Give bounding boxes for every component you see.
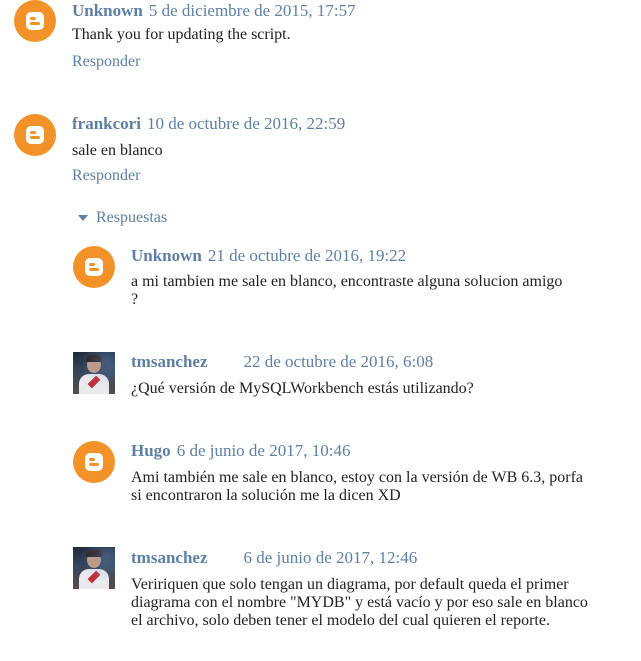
comment-body: ¿Qué versión de MySQLWorkbench estás uti…: [131, 380, 474, 398]
comment-meta: frankcori 10 de octubre de 2016, 22:59: [72, 114, 345, 134]
blogger-avatar-icon[interactable]: [73, 246, 115, 288]
comment-date[interactable]: 21 de octubre de 2016, 19:22: [208, 246, 406, 265]
blogger-avatar-icon[interactable]: [14, 114, 56, 156]
replies-toggle[interactable]: Respuestas: [78, 208, 167, 228]
photo-light: [73, 352, 115, 394]
comment-body-line: el archivo, solo deben tener el modelo d…: [131, 612, 550, 629]
comment-body-line: ¿Qué versión de MySQLWorkbench estás uti…: [131, 380, 474, 397]
reply-link[interactable]: Responder: [72, 166, 140, 186]
comment: Unknown 5 de diciembre de 2015, 17:57 Tha…: [14, 0, 634, 80]
comment: frankcori 10 de octubre de 2016, 22:59 sa…: [14, 114, 634, 194]
comment-body-line: si encontraron la solución me la dicen X…: [131, 487, 401, 504]
comment-author[interactable]: Hugo: [131, 441, 171, 460]
comment-author[interactable]: Unknown: [131, 246, 202, 265]
comment-body: Ami también me sale en blanco, estoy con…: [131, 469, 583, 505]
comment-date[interactable]: 6 de junio de 2017, 10:46: [177, 441, 351, 460]
triangle-down-icon: [78, 215, 88, 222]
reply-comment: tmsanchez 22 de octubre de 2016, 6:08 ¿Qu…: [73, 352, 633, 412]
comment-body-line: diagrama con el nombre "MYDB" y está vac…: [131, 594, 588, 611]
comment-body: Thank you for updating the script.: [72, 26, 291, 43]
comment-body-line: Veririquen que solo tengan un diagrama, …: [131, 576, 569, 593]
comment-meta: Unknown 5 de diciembre de 2015, 17:57: [72, 1, 356, 21]
comment-meta: Hugo 6 de junio de 2017, 10:46: [131, 441, 350, 461]
comment-body-line: Ami también me sale en blanco, estoy con…: [131, 469, 584, 486]
comment-body: a mi tambien me sale en blanco, encontra…: [131, 273, 562, 309]
comment-meta: Unknown 21 de octubre de 2016, 19:22: [131, 246, 406, 266]
user-photo-avatar[interactable]: [73, 352, 115, 394]
comment-date[interactable]: 22 de octubre de 2016, 6:08: [243, 352, 433, 371]
comment-author[interactable]: Unknown: [72, 1, 143, 20]
comment-meta: tmsanchez 6 de junio de 2017, 12:46: [131, 548, 417, 568]
reply-comment: Unknown 21 de octubre de 2016, 19:22 a mi…: [73, 246, 633, 316]
comment-date[interactable]: 5 de diciembre de 2015, 17:57: [149, 1, 356, 20]
reply-comment: tmsanchez 6 de junio de 2017, 12:46 Verir…: [73, 547, 633, 637]
comment-date[interactable]: 6 de junio de 2017, 12:46: [243, 548, 417, 567]
blogger-avatar-icon[interactable]: [14, 0, 56, 42]
user-photo-avatar[interactable]: [73, 547, 115, 589]
comment-body-line: a mi tambien me sale en blanco, encontra…: [131, 273, 563, 290]
comment-author[interactable]: tmsanchez: [131, 548, 207, 567]
comment-meta: tmsanchez 22 de octubre de 2016, 6:08: [131, 352, 433, 372]
reply-link[interactable]: Responder: [72, 52, 140, 72]
replies-toggle-label: Respuestas: [96, 209, 168, 226]
comment-date[interactable]: 10 de octubre de 2016, 22:59: [147, 114, 345, 133]
comment-author[interactable]: tmsanchez: [131, 352, 207, 371]
reply-comment: Hugo 6 de junio de 2017, 10:46 Ami tambié…: [73, 441, 633, 511]
comment-author[interactable]: frankcori: [72, 114, 141, 133]
comment-body: Veririquen que solo tengan un diagrama, …: [131, 576, 588, 630]
blogger-avatar-icon[interactable]: [73, 441, 115, 483]
photo-light: [73, 547, 115, 589]
comment-body-line: ?: [131, 291, 139, 308]
comment-body: sale en blanco: [72, 142, 163, 159]
